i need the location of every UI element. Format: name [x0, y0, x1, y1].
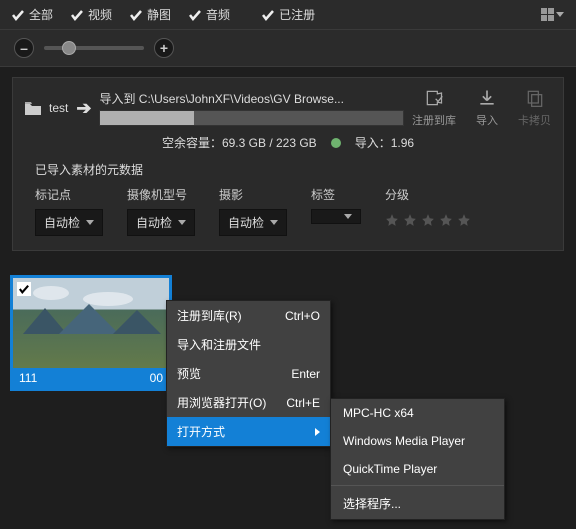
- copy-label: 卡拷贝: [518, 112, 551, 128]
- free-space-label: 空余容量：69.3 GB / 223 GB: [162, 134, 317, 151]
- camera-label: 摄像机型号: [127, 186, 195, 203]
- open-with-submenu: MPC-HC x64 Windows Media Player QuickTim…: [330, 398, 505, 520]
- submenu-mpc-label: MPC-HC x64: [343, 406, 414, 420]
- zoom-bar: – +: [0, 30, 576, 67]
- thumbnail-time: 00: [150, 371, 163, 385]
- submenu-mpc[interactable]: MPC-HC x64: [331, 399, 504, 427]
- ctx-preview-shortcut: Enter: [291, 367, 320, 381]
- ctx-open-with-label: 打开方式: [177, 423, 225, 440]
- import-ratio-label: 导入：1.96: [355, 134, 414, 151]
- zoom-in-button[interactable]: +: [154, 38, 174, 58]
- submenu-choose-label: 选择程序...: [343, 495, 401, 512]
- chevron-right-icon: [315, 428, 320, 436]
- star-icon: [439, 213, 453, 227]
- filter-still-label: 静图: [147, 6, 171, 23]
- filter-audio[interactable]: 音频: [189, 6, 230, 23]
- chevron-down-icon: [86, 220, 94, 225]
- ctx-import-register[interactable]: 导入和注册文件: [167, 330, 330, 359]
- filter-video[interactable]: 视频: [71, 6, 112, 23]
- shoot-label: 摄影: [219, 186, 287, 203]
- star-icon: [403, 213, 417, 227]
- rating-label: 分级: [385, 186, 471, 203]
- filter-bar: 全部 视频 静图 音频 已注册: [0, 0, 576, 30]
- filter-registered[interactable]: 已注册: [262, 6, 315, 23]
- submenu-wmp[interactable]: Windows Media Player: [331, 427, 504, 455]
- filter-still[interactable]: 静图: [130, 6, 171, 23]
- filter-all-label: 全部: [29, 6, 53, 23]
- register-label: 注册到库: [412, 112, 456, 128]
- tag-label: 标签: [311, 186, 361, 203]
- filter-video-label: 视频: [88, 6, 112, 23]
- shoot-dropdown[interactable]: 自动检: [219, 209, 287, 236]
- filter-audio-label: 音频: [206, 6, 230, 23]
- ctx-open-browser-label: 用浏览器打开(O): [177, 394, 266, 411]
- import-panel: test ➔ 导入到 C:\Users\JohnXF\Videos\GV Bro…: [12, 77, 564, 251]
- submenu-qt-label: QuickTime Player: [343, 462, 437, 476]
- star-icon: [385, 213, 399, 227]
- ctx-open-browser[interactable]: 用浏览器打开(O) Ctrl+E: [167, 388, 330, 417]
- chevron-down-icon: [270, 220, 278, 225]
- view-mode-button[interactable]: [541, 8, 564, 21]
- submenu-qt[interactable]: QuickTime Player: [331, 455, 504, 483]
- card-copy-action[interactable]: 卡拷贝: [518, 88, 551, 128]
- star-icon: [421, 213, 435, 227]
- marker-label: 标记点: [35, 186, 103, 203]
- chevron-down-icon: [556, 12, 564, 17]
- ctx-open-with[interactable]: 打开方式: [167, 417, 330, 446]
- thumbnail-item[interactable]: 111 00: [10, 275, 172, 391]
- ctx-register[interactable]: 注册到库(R) Ctrl+O: [167, 301, 330, 330]
- submenu-choose[interactable]: 选择程序...: [331, 488, 504, 519]
- arrow-right-icon: ➔: [76, 98, 91, 119]
- zoom-out-button[interactable]: –: [14, 38, 34, 58]
- marker-dropdown[interactable]: 自动检: [35, 209, 103, 236]
- context-menu: 注册到库(R) Ctrl+O 导入和注册文件 预览 Enter 用浏览器打开(O) C…: [166, 300, 331, 447]
- tag-dropdown[interactable]: [311, 209, 361, 224]
- thumbnail-image: [13, 278, 169, 368]
- marker-value: 自动检: [44, 214, 80, 231]
- camera-dropdown[interactable]: 自动检: [127, 209, 195, 236]
- filter-registered-label: 已注册: [279, 6, 315, 23]
- ctx-preview[interactable]: 预览 Enter: [167, 359, 330, 388]
- shoot-value: 自动检: [228, 214, 264, 231]
- ctx-import-register-label: 导入和注册文件: [177, 336, 261, 353]
- thumbnail-checkbox[interactable]: [17, 282, 31, 296]
- zoom-slider[interactable]: [44, 46, 144, 50]
- chevron-down-icon: [178, 220, 186, 225]
- filter-all[interactable]: 全部: [12, 6, 53, 23]
- download-icon: [477, 88, 497, 108]
- source-folder-label: test: [49, 101, 68, 115]
- grid-icon: [541, 8, 554, 21]
- folder-icon: [25, 102, 41, 115]
- ctx-register-label: 注册到库(R): [177, 307, 242, 324]
- star-icon: [457, 213, 471, 227]
- import-path-label: 导入到 C:\Users\JohnXF\Videos\GV Browse...: [99, 90, 404, 107]
- zoom-slider-thumb[interactable]: [62, 41, 76, 55]
- rating-stars[interactable]: [385, 213, 471, 227]
- import-action[interactable]: 导入: [476, 88, 498, 128]
- submenu-separator: [331, 485, 504, 486]
- ctx-register-shortcut: Ctrl+O: [285, 309, 320, 323]
- copy-icon: [525, 88, 545, 108]
- submenu-wmp-label: Windows Media Player: [343, 434, 465, 448]
- capacity-bar: [99, 110, 404, 126]
- register-icon: [424, 88, 444, 108]
- status-dot-icon: [331, 138, 341, 148]
- ctx-preview-label: 预览: [177, 365, 201, 382]
- thumbnail-name: 111: [19, 371, 37, 385]
- camera-value: 自动检: [136, 214, 172, 231]
- register-action[interactable]: 注册到库: [412, 88, 456, 128]
- chevron-down-icon: [344, 214, 352, 219]
- ctx-open-browser-shortcut: Ctrl+E: [286, 396, 320, 410]
- metadata-title: 已导入素材的元数据: [35, 161, 551, 178]
- import-label: 导入: [476, 112, 498, 128]
